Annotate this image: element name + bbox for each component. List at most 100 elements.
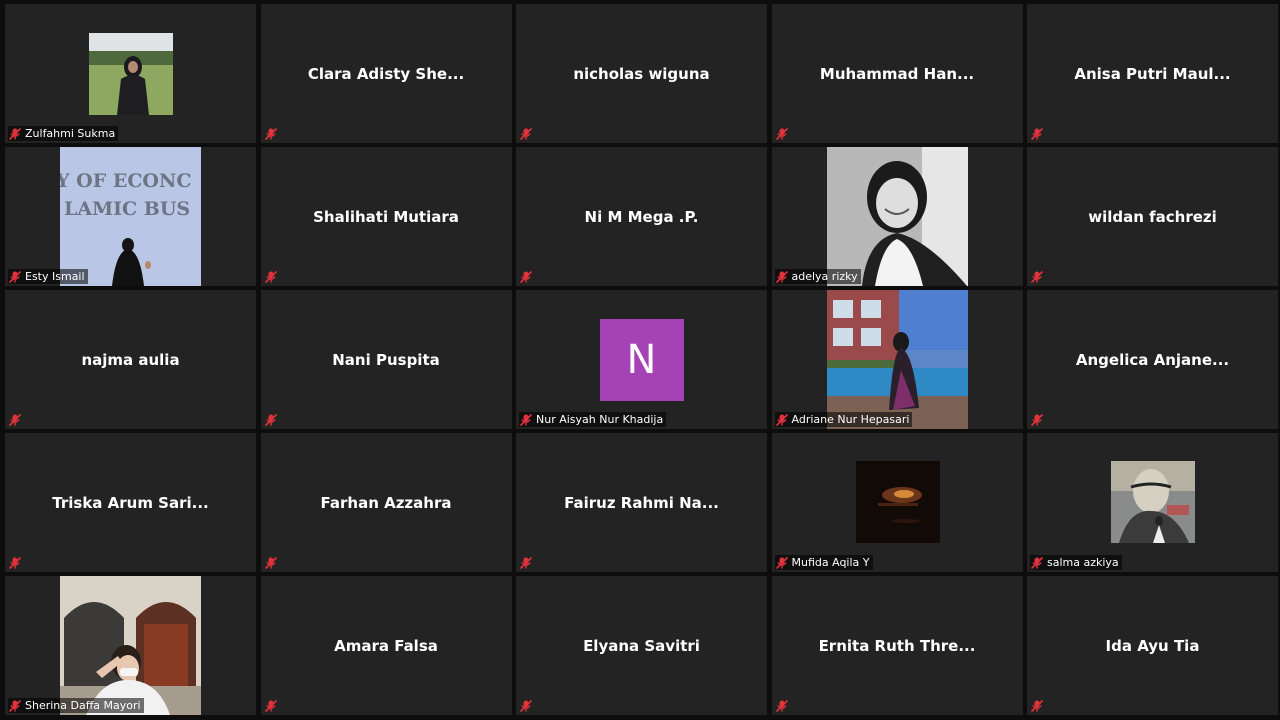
participant-label (1030, 269, 1047, 284)
microphone-muted-icon (775, 413, 789, 427)
participant-label: Esty Ismail (8, 269, 88, 284)
participant-tile[interactable]: Clara Adisty She... (260, 4, 512, 143)
participant-name: Amara Falsa (334, 636, 438, 655)
economics-text-1: Y OF ECONC (60, 170, 191, 192)
microphone-muted-icon (1030, 127, 1044, 141)
participant-tile[interactable]: Mufida Aqila Y (771, 433, 1023, 572)
participant-label: Zulfahmi Sukma (8, 126, 119, 141)
participant-name: najma aulia (81, 350, 180, 369)
participant-label (519, 269, 536, 284)
microphone-muted-icon (8, 127, 22, 141)
microphone-muted-icon (519, 413, 533, 427)
participant-tile[interactable]: nicholas wiguna (516, 4, 767, 143)
participant-tile[interactable]: Zulfahmi Sukma (5, 4, 256, 143)
participant-tile[interactable]: adelya rizky (771, 147, 1023, 286)
participant-label-name: salma azkiya (1047, 556, 1119, 569)
participant-name: Anisa Putri Maul... (1074, 64, 1231, 83)
participant-label (264, 126, 281, 141)
microphone-muted-icon (519, 556, 533, 570)
participant-tile[interactable]: Nani Puspita (260, 290, 512, 429)
participant-label (775, 126, 792, 141)
participant-name: nicholas wiguna (573, 64, 710, 83)
microphone-muted-icon (775, 699, 789, 713)
participant-tile[interactable]: Anisa Putri Maul... (1027, 4, 1278, 143)
participant-name: Triska Arum Sari... (52, 493, 209, 512)
participant-tile[interactable]: Ida Ayu Tia (1027, 576, 1278, 715)
participant-label (519, 555, 536, 570)
participant-name: Farhan Azzahra (320, 493, 452, 512)
microphone-muted-icon (8, 270, 22, 284)
microphone-muted-icon (1030, 270, 1044, 284)
participant-tile[interactable]: Fairuz Rahmi Na... (516, 433, 767, 572)
microphone-muted-icon (519, 270, 533, 284)
participant-label: Adriane Nur Hepasari (774, 412, 913, 427)
participant-gallery: Zulfahmi Sukma Clara Adisty She... nichola… (5, 4, 1278, 715)
participant-tile[interactable]: Sherina Daffa Mayori (5, 576, 256, 715)
participant-tile[interactable]: Ernita Ruth Thre... (771, 576, 1023, 715)
participant-name: Muhammad Han... (819, 64, 975, 83)
microphone-muted-icon (1030, 699, 1044, 713)
participant-label-name: adelya rizky (791, 270, 858, 283)
participant-name: Nani Puspita (332, 350, 440, 369)
participant-name: Ernita Ruth Thre... (818, 636, 976, 655)
economics-text-2: LAMIC BUS (64, 198, 190, 220)
microphone-muted-icon (8, 699, 22, 713)
participant-label-name: Nur Aisyah Nur Khadija (536, 413, 664, 426)
microphone-muted-icon (775, 556, 789, 570)
participant-label (8, 555, 25, 570)
participant-tile[interactable]: Elyana Savitri (516, 576, 767, 715)
microphone-muted-icon (1030, 413, 1044, 427)
participant-label: Sherina Daffa Mayori (8, 698, 144, 713)
participant-label-name: Esty Ismail (25, 270, 85, 283)
participant-label (264, 412, 281, 427)
participant-label (519, 126, 536, 141)
participant-tile[interactable]: Amara Falsa (260, 576, 512, 715)
participant-name: Ni M Mega .P. (584, 207, 699, 226)
microphone-muted-icon (519, 699, 533, 713)
participant-tile[interactable]: Ni M Mega .P. (516, 147, 767, 286)
participant-name: Angelica Anjane... (1075, 350, 1230, 369)
microphone-muted-icon (519, 127, 533, 141)
participant-label-name: Mufida Aqila Y (791, 556, 870, 569)
participant-name: Shalihati Mutiara (313, 207, 459, 226)
participant-label: Mufida Aqila Y (774, 555, 873, 570)
participant-tile[interactable]: Y OF ECONC LAMIC BUS Esty Ismail (5, 147, 256, 286)
participant-tile[interactable]: najma aulia (5, 290, 256, 429)
microphone-muted-icon (264, 127, 278, 141)
microphone-muted-icon (775, 127, 789, 141)
microphone-muted-icon (264, 270, 278, 284)
participant-label-name: Sherina Daffa Mayori (25, 699, 141, 712)
participant-tile[interactable]: wildan fachrezi (1027, 147, 1278, 286)
participant-label-name: Zulfahmi Sukma (25, 127, 116, 140)
participant-label (264, 698, 281, 713)
participant-tile[interactable]: Adriane Nur Hepasari (771, 290, 1023, 429)
participant-name: Fairuz Rahmi Na... (564, 493, 719, 512)
participant-name: Ida Ayu Tia (1105, 636, 1200, 655)
participant-label (264, 555, 281, 570)
microphone-muted-icon (775, 270, 789, 284)
microphone-muted-icon (8, 413, 22, 427)
participant-name: wildan fachrezi (1088, 207, 1217, 226)
participant-tile[interactable]: Triska Arum Sari... (5, 433, 256, 572)
participant-label (775, 698, 792, 713)
participant-tile[interactable]: Muhammad Han... (771, 4, 1023, 143)
participant-label (264, 269, 281, 284)
microphone-muted-icon (8, 556, 22, 570)
participant-label (1030, 698, 1047, 713)
participant-label (1030, 126, 1047, 141)
participant-tile[interactable]: Farhan Azzahra (260, 433, 512, 572)
microphone-muted-icon (264, 699, 278, 713)
participant-tile[interactable]: Angelica Anjane... (1027, 290, 1278, 429)
microphone-muted-icon (1030, 556, 1044, 570)
participant-name: Clara Adisty She... (307, 64, 465, 83)
participant-tile[interactable]: N Nur Aisyah Nur Khadija (516, 290, 767, 429)
participant-label: adelya rizky (774, 269, 861, 284)
avatar: N (599, 318, 684, 401)
participant-label: salma azkiya (1030, 555, 1122, 570)
participant-label: Nur Aisyah Nur Khadija (519, 412, 667, 427)
participant-label (519, 698, 536, 713)
participant-label (1030, 412, 1047, 427)
participant-label-name: Adriane Nur Hepasari (791, 413, 910, 426)
participant-tile[interactable]: Shalihati Mutiara (260, 147, 512, 286)
participant-tile[interactable]: salma azkiya (1027, 433, 1278, 572)
